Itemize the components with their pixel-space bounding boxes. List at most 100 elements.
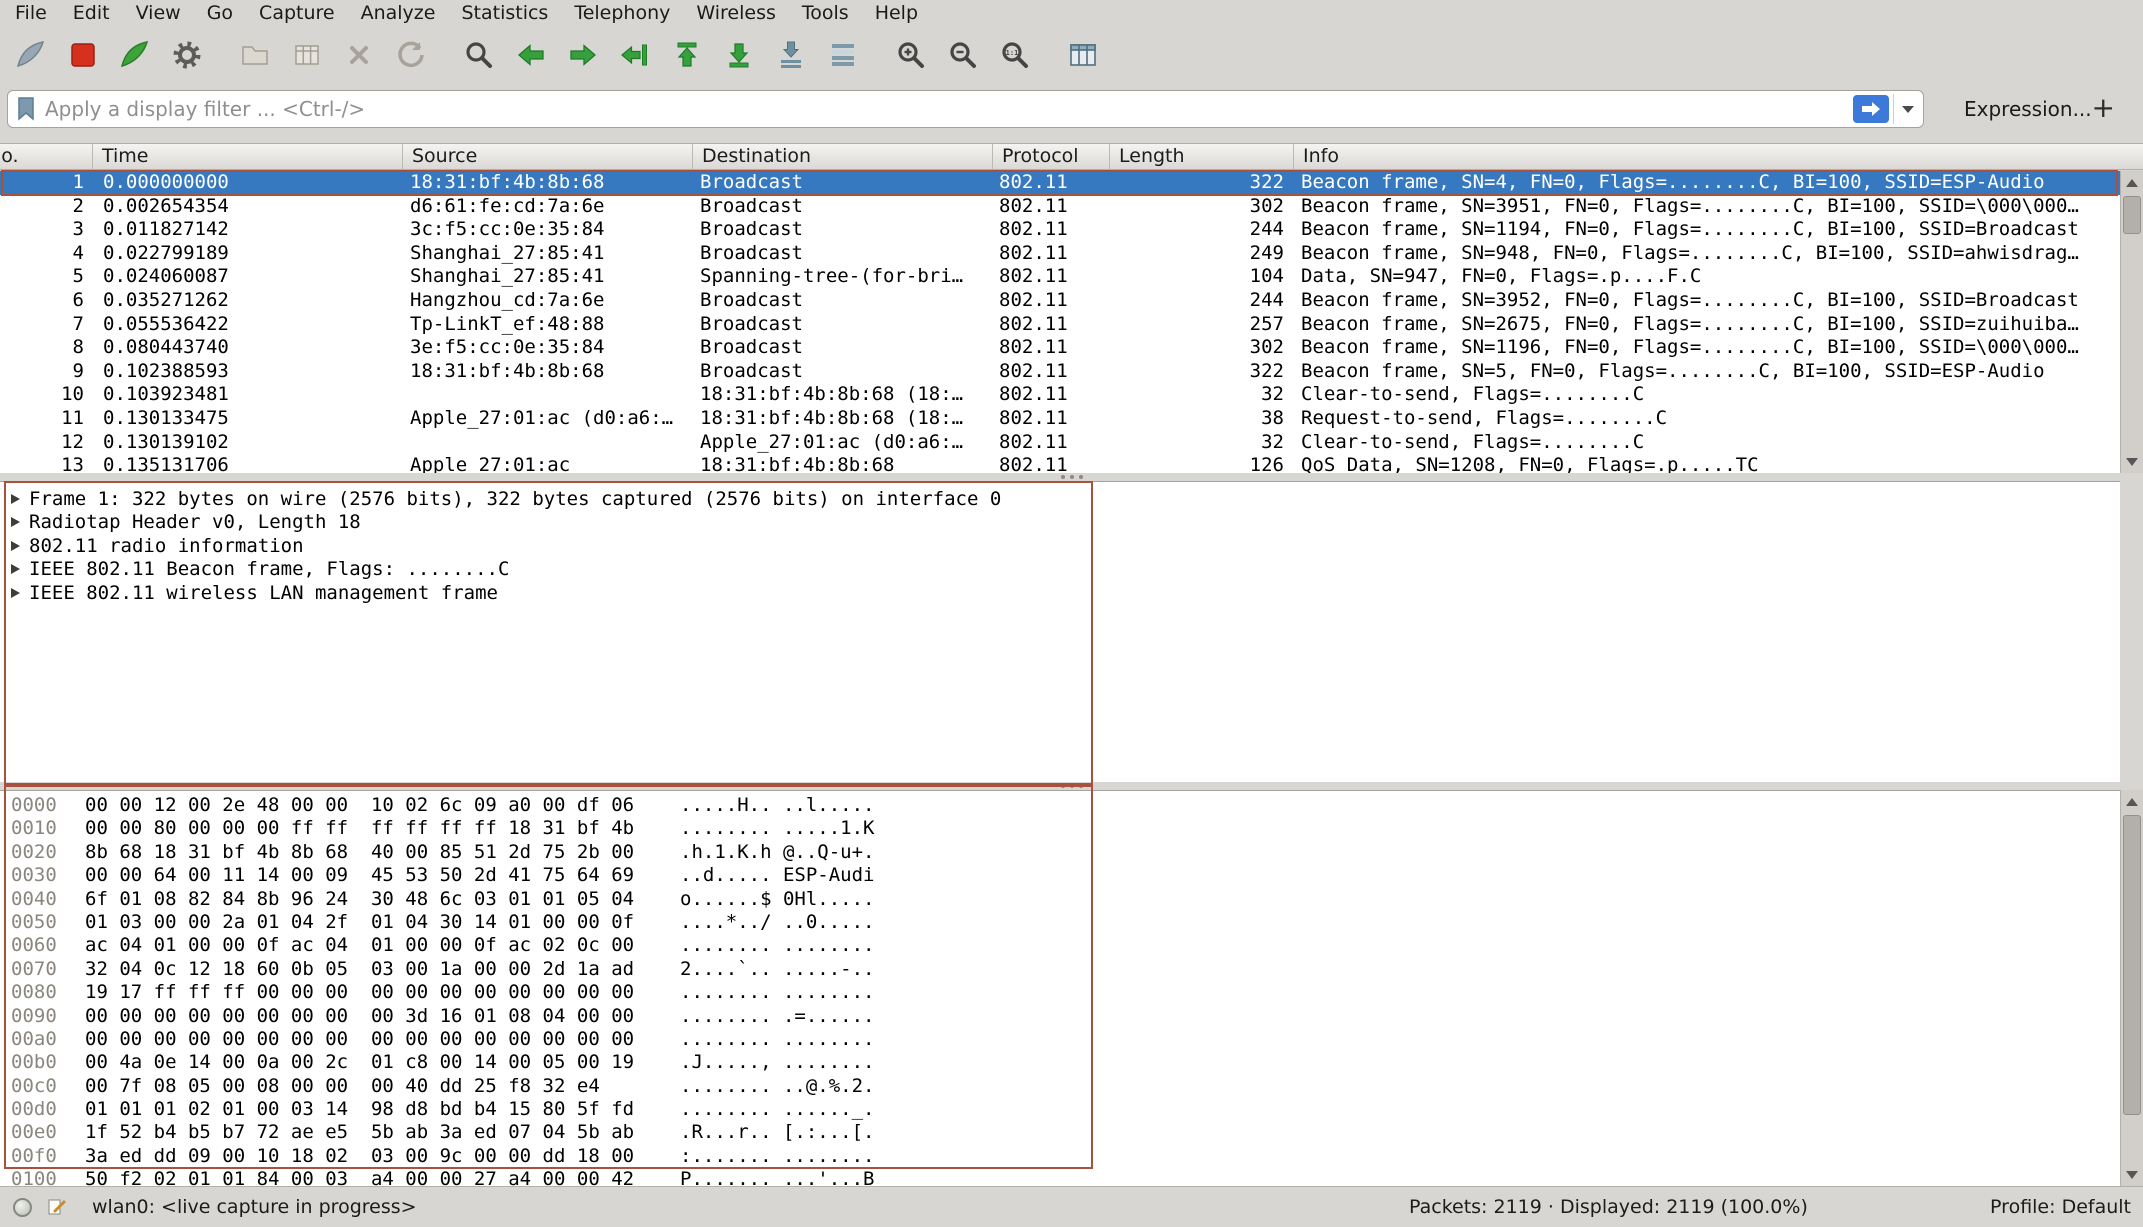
profile-button[interactable]: Profile: Default bbox=[1990, 1196, 2131, 1218]
go-forward-button[interactable] bbox=[557, 32, 609, 78]
open-file-button[interactable] bbox=[229, 32, 281, 78]
hex-row[interactable]: 00e0 1f 52 b4 b5 b7 72 ae e5 5b ab 3a ed… bbox=[0, 1121, 2120, 1144]
expander-arrow-icon[interactable] bbox=[11, 588, 20, 598]
packet-row[interactable]: 1 0.000000000 18:31:bf:4b:8b:68 Broadcas… bbox=[0, 171, 2120, 195]
packet-row[interactable]: 3 0.011827142 3c:f5:cc:0e:35:84 Broadcas… bbox=[0, 218, 2120, 242]
packet-row[interactable]: 11 0.130133475 Apple_27:01:ac (d0:a6:… 1… bbox=[0, 407, 2120, 431]
filter-bookmark-icon[interactable] bbox=[17, 97, 35, 121]
cell-length: 257 bbox=[1110, 313, 1294, 337]
apply-filter-button[interactable] bbox=[1853, 95, 1889, 123]
hex-row[interactable]: 00d0 01 01 01 02 01 00 03 14 98 d8 bd b4… bbox=[0, 1098, 2120, 1121]
packet-row[interactable]: 9 0.102388593 18:31:bf:4b:8b:68 Broadcas… bbox=[0, 360, 2120, 384]
menu-item[interactable]: Help bbox=[862, 1, 931, 26]
scroll-up-button[interactable] bbox=[2121, 790, 2143, 813]
go-to-packet-button[interactable] bbox=[609, 32, 661, 78]
hex-row[interactable]: 0090 00 00 00 00 00 00 00 00 00 3d 16 01… bbox=[0, 1005, 2120, 1028]
menu-item[interactable]: Go bbox=[194, 1, 246, 26]
capture-comment-icon[interactable] bbox=[47, 1197, 67, 1217]
expander-arrow-icon[interactable] bbox=[11, 564, 20, 574]
menu-item[interactable]: Edit bbox=[60, 1, 123, 26]
expander-arrow-icon[interactable] bbox=[11, 517, 20, 527]
hex-row[interactable]: 00c0 00 7f 08 05 00 08 00 00 00 40 dd 25… bbox=[0, 1075, 2120, 1098]
packet-row[interactable]: 10 0.103923481 18:31:bf:4b:8b:68 (18:… 8… bbox=[0, 383, 2120, 407]
hex-row[interactable]: 0020 8b 68 18 31 bf 4b 8b 68 40 00 85 51… bbox=[0, 841, 2120, 864]
packet-row[interactable]: 4 0.022799189 Shanghai_27:85:41 Broadcas… bbox=[0, 242, 2120, 266]
column-header[interactable]: Length bbox=[1110, 144, 1294, 169]
resize-columns-button[interactable] bbox=[1057, 32, 1109, 78]
packet-row[interactable]: 12 0.130139102 Apple_27:01:ac (d0:a6:… 8… bbox=[0, 431, 2120, 455]
colorize-button[interactable] bbox=[817, 32, 869, 78]
detail-tree-row[interactable]: Radiotap Header v0, Length 18 bbox=[0, 511, 2120, 535]
detail-tree-row[interactable]: IEEE 802.11 Beacon frame, Flags: .......… bbox=[0, 558, 2120, 582]
zoom-in-button[interactable] bbox=[885, 32, 937, 78]
close-file-button[interactable] bbox=[333, 32, 385, 78]
zoom-normal-button[interactable]: 1:1 bbox=[989, 32, 1041, 78]
go-first-packet-button[interactable] bbox=[661, 32, 713, 78]
hex-row[interactable]: 0070 32 04 0c 12 18 60 0b 05 03 00 1a 00… bbox=[0, 958, 2120, 981]
filter-history-dropdown[interactable] bbox=[1893, 94, 1921, 124]
find-packet-button[interactable] bbox=[453, 32, 505, 78]
menu-item[interactable]: Analyze bbox=[348, 1, 449, 26]
packet-row[interactable]: 5 0.024060087 Shanghai_27:85:41 Spanning… bbox=[0, 265, 2120, 289]
scroll-down-button[interactable] bbox=[2121, 1163, 2143, 1186]
menu-item[interactable]: Wireless bbox=[683, 1, 789, 26]
column-header[interactable]: Protocol bbox=[993, 144, 1110, 169]
scrollbar-thumb[interactable] bbox=[2123, 196, 2141, 234]
column-header[interactable]: Destination bbox=[693, 144, 993, 169]
save-file-button[interactable] bbox=[281, 32, 333, 78]
pane-separator-top[interactable] bbox=[0, 473, 2143, 481]
expander-arrow-icon[interactable] bbox=[11, 541, 20, 551]
packet-list-scrollbar[interactable] bbox=[2120, 171, 2143, 473]
hex-row[interactable]: 0040 6f 01 08 82 84 8b 96 24 30 48 6c 03… bbox=[0, 888, 2120, 911]
column-header[interactable]: Time bbox=[93, 144, 403, 169]
hex-row[interactable]: 0000 00 00 12 00 2e 48 00 00 10 02 6c 09… bbox=[0, 794, 2120, 817]
stop-capture-button[interactable] bbox=[57, 32, 109, 78]
menu-item[interactable]: Telephony bbox=[561, 1, 683, 26]
scroll-down-button[interactable] bbox=[2121, 450, 2143, 473]
hex-row[interactable]: 0080 19 17 ff ff ff 00 00 00 00 00 00 00… bbox=[0, 981, 2120, 1004]
packet-row[interactable]: 13 0.135131706 Apple_27:01:ac 18:31:bf:4… bbox=[0, 454, 2120, 473]
hex-row[interactable]: 0060 ac 04 01 00 00 0f ac 04 01 00 00 0f… bbox=[0, 934, 2120, 957]
expander-arrow-icon[interactable] bbox=[11, 494, 20, 504]
go-back-button[interactable] bbox=[505, 32, 557, 78]
hex-row[interactable]: 00b0 00 4a 0e 14 00 0a 00 2c 01 c8 00 14… bbox=[0, 1051, 2120, 1074]
menu-item[interactable]: Capture bbox=[246, 1, 348, 26]
menu-item[interactable]: File bbox=[2, 1, 60, 26]
zoom-out-button[interactable] bbox=[937, 32, 989, 78]
capture-options-button[interactable] bbox=[161, 32, 213, 78]
display-filter-input[interactable] bbox=[45, 97, 1853, 121]
column-header[interactable]: Source bbox=[403, 144, 693, 169]
start-capture-button[interactable] bbox=[5, 32, 57, 78]
column-header[interactable]: Info bbox=[1294, 144, 2143, 169]
display-filter-box[interactable] bbox=[7, 90, 1924, 128]
scrollbar-thumb[interactable] bbox=[2123, 815, 2141, 1115]
hex-row[interactable]: 0010 00 00 80 00 00 00 ff ff ff ff ff ff… bbox=[0, 817, 2120, 840]
cell-time: 0.103923481 bbox=[93, 383, 403, 407]
pane-separator-bottom[interactable] bbox=[0, 782, 2143, 790]
hex-row[interactable]: 0030 00 00 64 00 11 14 00 09 45 53 50 2d… bbox=[0, 864, 2120, 887]
menu-item[interactable]: Statistics bbox=[448, 1, 561, 26]
expression-button[interactable]: Expression... bbox=[1954, 92, 2102, 126]
hex-row[interactable]: 00a0 00 00 00 00 00 00 00 00 00 00 00 00… bbox=[0, 1028, 2120, 1051]
detail-tree-row[interactable]: 802.11 radio information bbox=[0, 534, 2120, 558]
detail-tree-row[interactable]: IEEE 802.11 wireless LAN management fram… bbox=[0, 581, 2120, 605]
restart-capture-button[interactable] bbox=[109, 32, 161, 78]
menu-item[interactable]: View bbox=[123, 1, 194, 26]
packet-row[interactable]: 8 0.080443740 3e:f5:cc:0e:35:84 Broadcas… bbox=[0, 336, 2120, 360]
go-last-packet-button[interactable] bbox=[713, 32, 765, 78]
auto-scroll-button[interactable] bbox=[765, 32, 817, 78]
packet-row[interactable]: 6 0.035271262 Hangzhou_cd:7a:6e Broadcas… bbox=[0, 289, 2120, 313]
expert-info-icon[interactable] bbox=[13, 1198, 32, 1217]
detail-tree-row[interactable]: Frame 1: 322 bytes on wire (2576 bits), … bbox=[0, 487, 2120, 511]
packet-bytes-scrollbar[interactable] bbox=[2120, 790, 2143, 1186]
reload-button[interactable] bbox=[385, 32, 437, 78]
hex-row[interactable]: 0050 01 03 00 00 2a 01 04 2f 01 04 30 14… bbox=[0, 911, 2120, 934]
hex-row[interactable]: 00f0 3a ed dd 09 00 10 18 02 03 00 9c 00… bbox=[0, 1145, 2120, 1168]
add-filter-button[interactable]: + bbox=[2082, 91, 2125, 124]
packet-row[interactable]: 2 0.002654354 d6:61:fe:cd:7a:6e Broadcas… bbox=[0, 195, 2120, 219]
packet-row[interactable]: 7 0.055536422 Tp-LinkT_ef:48:88 Broadcas… bbox=[0, 313, 2120, 337]
scroll-up-button[interactable] bbox=[2121, 171, 2143, 194]
hex-row[interactable]: 0100 50 f2 02 01 01 84 00 03 a4 00 00 27… bbox=[0, 1168, 2120, 1186]
column-header[interactable]: No. bbox=[0, 144, 93, 169]
menu-item[interactable]: Tools bbox=[789, 1, 862, 26]
